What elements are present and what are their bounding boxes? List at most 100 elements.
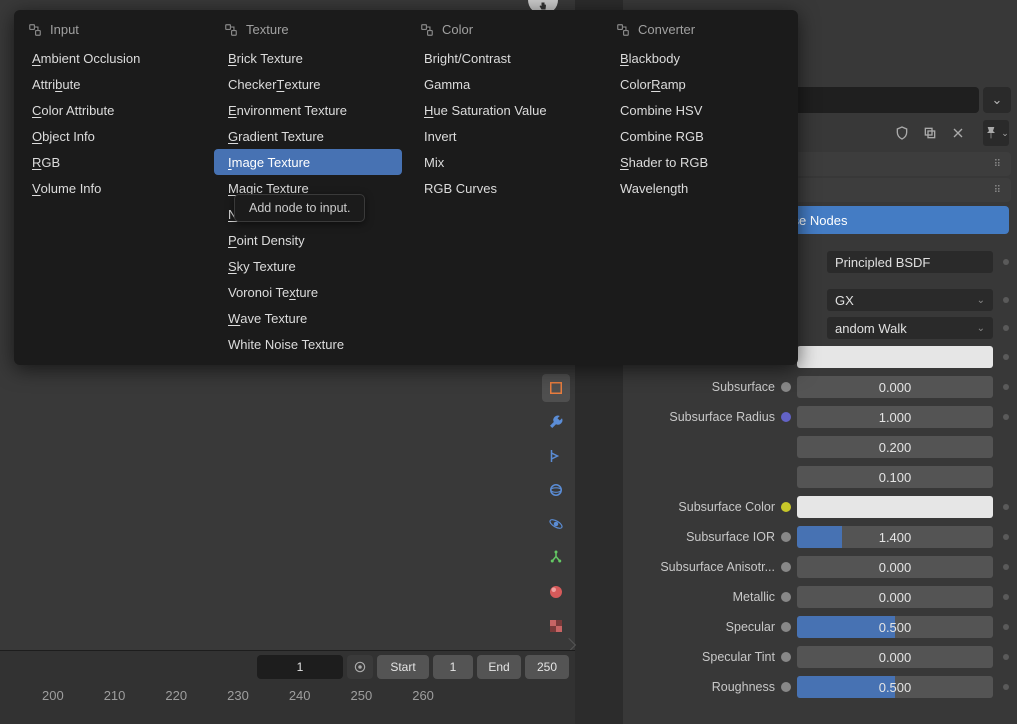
distribution-dropdown[interactable]: GX⌄ (827, 289, 993, 311)
add-node-menu: InputAmbient OcclusionAttributeColor Att… (14, 10, 798, 365)
menu-item-sky-texture[interactable]: Sky Texture (214, 253, 402, 279)
prop-label: Metallic (631, 590, 775, 604)
pin-dropdown-icon[interactable]: ⌄ (983, 120, 1009, 146)
animate-dot[interactable] (1003, 384, 1009, 390)
menu-item-white-noise-texture[interactable]: White Noise Texture (214, 331, 402, 357)
prop-label: Roughness (631, 680, 775, 694)
property-value-field[interactable]: 1.000 (797, 406, 993, 428)
menu-item-object-info[interactable]: Object Info (18, 123, 206, 149)
prop-label: Specular (631, 620, 775, 634)
menu-item-image-texture[interactable]: Image Texture (214, 149, 402, 175)
color-swatch[interactable] (797, 496, 993, 518)
node-socket[interactable] (781, 622, 791, 632)
menu-item-wavelength[interactable]: Wavelength (606, 175, 794, 201)
material-icon[interactable] (542, 578, 570, 606)
start-frame-field[interactable]: 1 (433, 655, 473, 679)
property-value-field[interactable]: 0.000 (797, 556, 993, 578)
node-socket[interactable] (781, 652, 791, 662)
node-tree-icon[interactable] (542, 544, 570, 572)
menu-column-header: Input (14, 18, 210, 45)
physics-icon[interactable] (542, 510, 570, 538)
animate-dot[interactable] (1003, 354, 1009, 360)
unlink-icon[interactable] (945, 120, 971, 146)
menu-item-point-density[interactable]: Point Density (214, 227, 402, 253)
duplicate-icon[interactable] (917, 120, 943, 146)
animate-dot[interactable] (1003, 594, 1009, 600)
shield-icon[interactable] (889, 120, 915, 146)
menu-column-header: Texture (210, 18, 406, 45)
menu-item-rgb[interactable]: RGB (18, 149, 206, 175)
property-value-field[interactable]: 0.000 (797, 586, 993, 608)
property-value-field[interactable]: 0.200 (797, 436, 993, 458)
wrench-icon[interactable] (542, 408, 570, 436)
menu-item-invert[interactable]: Invert (410, 123, 598, 149)
end-frame-field[interactable]: 250 (525, 655, 569, 679)
menu-item-environment-texture[interactable]: Environment Texture (214, 97, 402, 123)
property-value-field[interactable]: 1.400 (797, 526, 993, 548)
animate-dot[interactable] (1003, 414, 1009, 420)
select-box-icon[interactable] (542, 374, 570, 402)
menu-item-bright-contrast[interactable]: Bright/Contrast (410, 45, 598, 71)
animate-dot[interactable] (1003, 654, 1009, 660)
constraint-icon[interactable] (542, 442, 570, 470)
prop-label: Subsurface (631, 380, 775, 394)
surface-shader-dropdown[interactable]: Principled BSDF (827, 251, 993, 273)
node-socket[interactable] (781, 532, 791, 542)
menu-item-attribute[interactable]: Attribute (18, 71, 206, 97)
timeline-tick: 240 (289, 688, 311, 703)
color-swatch[interactable] (797, 346, 993, 368)
material-browse-dropdown[interactable]: ⌄ (983, 87, 1011, 113)
menu-item-voronoi-texture[interactable]: Voronoi Texture (214, 279, 402, 305)
timeline-ruler[interactable]: 200210220230240250260 (0, 683, 575, 707)
prop-label: Subsurface Radius (631, 410, 775, 424)
property-value-field[interactable]: 0.100 (797, 466, 993, 488)
menu-item-ambient-occlusion[interactable]: Ambient Occlusion (18, 45, 206, 71)
node-socket[interactable] (781, 412, 791, 422)
menu-item-combine-rgb[interactable]: Combine RGB (606, 123, 794, 149)
subsurface-method-dropdown[interactable]: andom Walk⌄ (827, 317, 993, 339)
texture-icon[interactable] (542, 612, 570, 640)
menu-item-colorramp[interactable]: ColorRamp (606, 71, 794, 97)
menu-item-shader-to-rgb[interactable]: Shader to RGB (606, 149, 794, 175)
animate-dot[interactable] (1003, 504, 1009, 510)
property-value-field[interactable]: 0.000 (797, 376, 993, 398)
menu-column-header: Converter (602, 18, 798, 45)
timeline-tick: 220 (165, 688, 187, 703)
menu-item-hue-saturation-value[interactable]: Hue Saturation Value (410, 97, 598, 123)
animate-dot[interactable] (1003, 259, 1009, 265)
node-socket[interactable] (781, 592, 791, 602)
menu-item-rgb-curves[interactable]: RGB Curves (410, 175, 598, 201)
animate-dot[interactable] (1003, 325, 1009, 331)
node-socket[interactable] (781, 502, 791, 512)
menu-item-mix[interactable]: Mix (410, 149, 598, 175)
menu-item-wave-texture[interactable]: Wave Texture (214, 305, 402, 331)
autokey-icon[interactable] (347, 655, 373, 679)
animate-dot[interactable] (1003, 684, 1009, 690)
menu-item-brick-texture[interactable]: Brick Texture (214, 45, 402, 71)
timeline: 1 Start 1 End 250 200210220230240250260 (0, 650, 575, 724)
menu-item-gamma[interactable]: Gamma (410, 71, 598, 97)
property-value-field[interactable]: 0.500 (797, 616, 993, 638)
animate-dot[interactable] (1003, 564, 1009, 570)
end-frame-label: End (477, 655, 521, 679)
menu-item-gradient-texture[interactable]: Gradient Texture (214, 123, 402, 149)
animate-dot[interactable] (1003, 624, 1009, 630)
sphere-icon[interactable] (542, 476, 570, 504)
timeline-tick: 230 (227, 688, 249, 703)
prop-label: Subsurface Anisotr... (631, 560, 775, 574)
menu-item-volume-info[interactable]: Volume Info (18, 175, 206, 201)
property-value-field[interactable]: 0.500 (797, 676, 993, 698)
animate-dot[interactable] (1003, 534, 1009, 540)
property-value-field[interactable]: 0.000 (797, 646, 993, 668)
node-socket[interactable] (781, 562, 791, 572)
prop-label: Subsurface IOR (631, 530, 775, 544)
menu-item-checker-texture[interactable]: Checker Texture (214, 71, 402, 97)
current-frame-field[interactable]: 1 (257, 655, 343, 679)
menu-item-combine-hsv[interactable]: Combine HSV (606, 97, 794, 123)
node-socket[interactable] (781, 382, 791, 392)
menu-item-color-attribute[interactable]: Color Attribute (18, 97, 206, 123)
animate-dot[interactable] (1003, 297, 1009, 303)
node-socket[interactable] (781, 682, 791, 692)
menu-item-blackbody[interactable]: Blackbody (606, 45, 794, 71)
start-frame-label: Start (377, 655, 429, 679)
